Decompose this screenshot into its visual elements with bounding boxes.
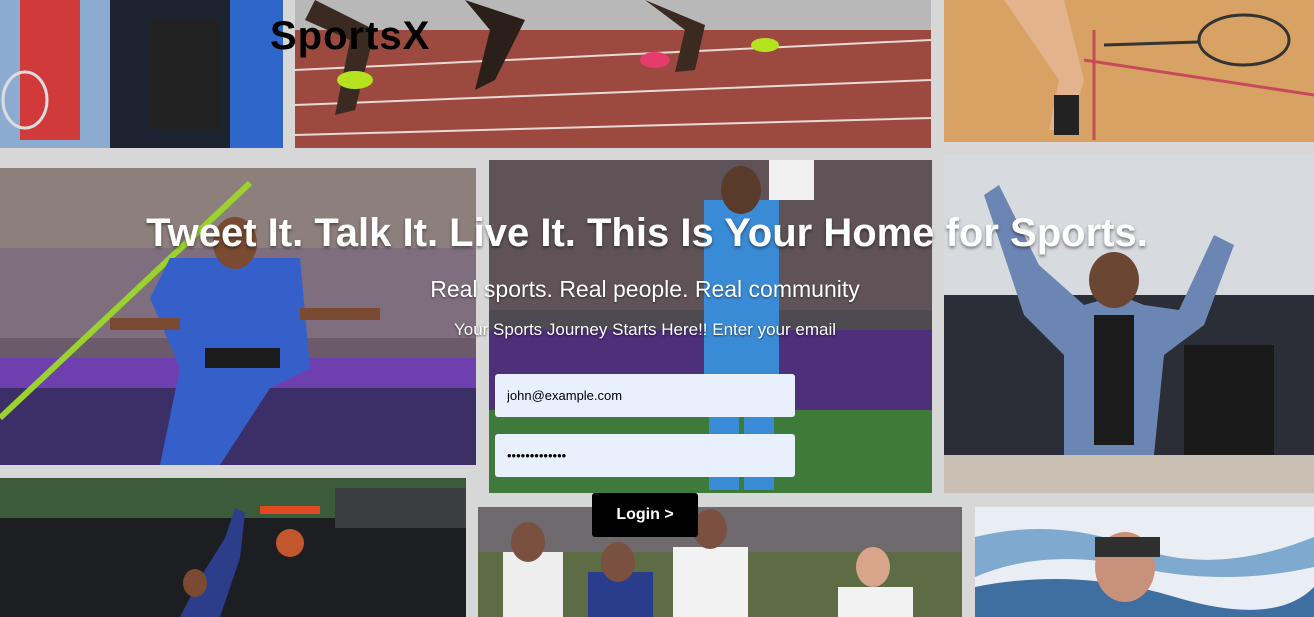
hero-subline: Real sports. Real people. Real community [430, 276, 860, 302]
password-input[interactable] [495, 434, 795, 477]
email-input[interactable] [495, 374, 795, 417]
football-photo [478, 507, 962, 617]
swimming-photo [975, 507, 1314, 617]
squash-photo [944, 0, 1314, 142]
badminton-photo [0, 0, 283, 148]
email-prompt: Your Sports Journey Starts Here!! Enter … [453, 320, 837, 339]
brand-logo: SportsX [270, 14, 431, 58]
login-button[interactable]: Login > [592, 493, 698, 537]
basketball-photo [0, 478, 466, 617]
hero-headline: Tweet It. Talk It. Live It. This Is Your… [146, 211, 1148, 255]
